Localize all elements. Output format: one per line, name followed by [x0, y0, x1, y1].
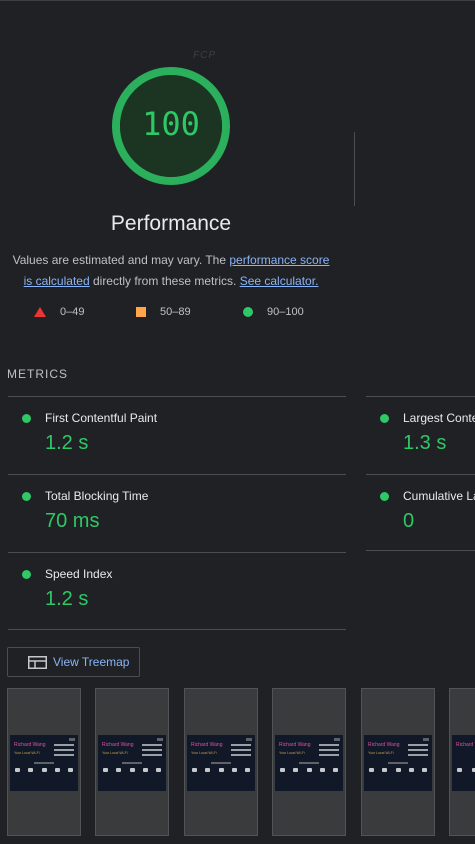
thumbnail-detail [142, 754, 162, 756]
filmstrip-thumbnail: Richard Wang Your Local Wi-Fi [7, 688, 81, 836]
thumbnail-subtitle: Your Local Wi-Fi [102, 751, 128, 755]
thumbnail-detail [319, 749, 339, 751]
legend-average: 50–89 [136, 306, 191, 318]
metric-cls-value: 0 [403, 510, 415, 532]
metric-lcp-value: 1.3 s [403, 432, 447, 454]
metric-tbt-label: Total Blocking Time [45, 489, 149, 503]
legend-fail: 0–49 [34, 306, 84, 318]
metric-fcp-value: 1.2 s [45, 432, 89, 454]
thumbnail-icon-row [103, 768, 161, 772]
thumbnail-name: Richard Wang [14, 742, 46, 748]
metrics-divider-left [8, 629, 346, 630]
view-treemap-button[interactable]: View Treemap [7, 647, 140, 677]
metric-tbt-value: 70 ms [45, 510, 100, 532]
category-title: Performance [110, 212, 232, 235]
thumbnail-detail [319, 744, 339, 746]
thumbnail-detail [69, 738, 75, 741]
metric-si-label: Speed Index [45, 567, 113, 581]
thumbnail-subtitle: Your Local Wi-Fi [191, 751, 217, 755]
legend-fail-label: 0–49 [60, 306, 85, 318]
thumbnail-icon-row [280, 768, 338, 772]
thumbnail-detail [423, 738, 429, 741]
thumbnail-detail [157, 738, 163, 741]
metrics-divider-left [8, 396, 346, 397]
triangle-icon [34, 307, 46, 317]
thumbnail-detail [246, 738, 252, 741]
thumbnail-screenshot: Richard Wang Your Local Wi-Fi [98, 735, 166, 791]
thumbnail-subtitle: Your Local Wi-Fi [279, 751, 305, 755]
thumbnail-subtitle: Your Local Wi-Fi [14, 751, 40, 755]
thumbnail-subtitle: Your Local Wi-Fi [368, 751, 394, 755]
thumbnail-detail [54, 744, 74, 746]
metrics-divider-left [8, 474, 346, 475]
thumbnail-detail [231, 744, 251, 746]
thumbnail-icon-row [15, 768, 73, 772]
thumbnail-detail [34, 762, 54, 764]
legend-pass: 90–100 [243, 306, 304, 318]
square-icon [136, 307, 146, 317]
thumbnail-detail [408, 754, 428, 756]
metric-si-value: 1.2 s [45, 588, 89, 610]
thumbnail-icon-row [457, 768, 475, 772]
thumbnail-detail [54, 749, 74, 751]
filmstrip-thumbnail: Richard Wang [449, 688, 475, 836]
metrics-heading: METRICS [7, 367, 68, 381]
filmstrip-thumbnail: Richard Wang Your Local Wi-Fi [361, 688, 435, 836]
thumbnail-detail [388, 762, 408, 764]
metric-cls-label: Cumulative La [403, 489, 475, 503]
thumbnail-icon-row [192, 768, 250, 772]
filmstrip-thumbnail: Richard Wang Your Local Wi-Fi [95, 688, 169, 836]
metric-fcp-label: First Contentful Paint [45, 411, 158, 425]
thumbnail-name: Richard Wang [191, 742, 223, 748]
thumbnail-name: Richard Wang [279, 742, 311, 748]
performance-score: 100 [142, 105, 200, 143]
fcp-ghost-label: FCP [193, 50, 216, 61]
thumbnail-screenshot: Richard Wang Your Local Wi-Fi [187, 735, 255, 791]
thumbnail-screenshot: Richard Wang Your Local Wi-Fi [10, 735, 78, 791]
pass-dot-icon [380, 492, 389, 501]
thumbnail-detail [54, 754, 74, 756]
legend-pass-label: 90–100 [267, 306, 304, 318]
thumbnail-name: Richard Wang [102, 742, 134, 748]
metrics-divider-right [366, 474, 475, 475]
description-text-2: directly from these metrics. [89, 274, 240, 288]
pass-dot-icon [380, 414, 389, 423]
thumbnail-detail [142, 749, 162, 751]
thumbnail-detail [211, 762, 231, 764]
description-text-1: Values are estimated and may vary. The [12, 253, 230, 267]
top-divider [0, 0, 475, 1]
pass-dot-icon [22, 492, 31, 501]
thumbnail-detail [122, 762, 142, 764]
pass-dot-icon [22, 414, 31, 423]
metrics-divider-right [366, 550, 475, 551]
thumbnail-detail [231, 749, 251, 751]
see-calculator-link[interactable]: See calculator. [240, 274, 319, 288]
circle-icon [243, 307, 253, 317]
vertical-divider [354, 132, 355, 206]
thumbnail-detail [142, 744, 162, 746]
metric-lcp-label: Largest Conte [403, 411, 475, 425]
filmstrip-thumbnail: Richard Wang Your Local Wi-Fi [184, 688, 258, 836]
thumbnail-detail [319, 754, 339, 756]
thumbnail-detail [408, 744, 428, 746]
legend-average-label: 50–89 [160, 306, 191, 318]
thumbnail-detail [231, 754, 251, 756]
performance-description: Values are estimated and may vary. The p… [8, 250, 334, 292]
metrics-divider-left [8, 552, 346, 553]
thumbnail-icon-row [369, 768, 427, 772]
thumbnail-detail [408, 749, 428, 751]
thumbnail-screenshot: Richard Wang [452, 735, 475, 791]
treemap-icon [28, 655, 47, 669]
thumbnail-detail [334, 738, 340, 741]
thumbnail-name: Richard Wang [456, 742, 475, 748]
filmstrip-thumbnail: Richard Wang Your Local Wi-Fi [272, 688, 346, 836]
thumbnail-screenshot: Richard Wang Your Local Wi-Fi [275, 735, 343, 791]
view-treemap-label: View Treemap [53, 655, 130, 669]
thumbnail-name: Richard Wang [368, 742, 400, 748]
thumbnail-detail [299, 762, 319, 764]
thumbnail-screenshot: Richard Wang Your Local Wi-Fi [364, 735, 432, 791]
pass-dot-icon [22, 570, 31, 579]
metrics-divider-right [366, 396, 475, 397]
